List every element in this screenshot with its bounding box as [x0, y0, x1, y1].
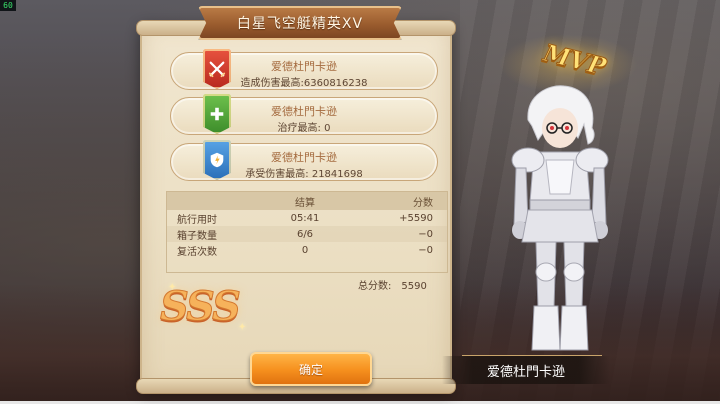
award-top-damage: 爱德杜門卡逊 造成伤害最高:6360816238: [170, 49, 438, 90]
award-stat-value: 21841698: [311, 169, 363, 180]
row-label: 复活次数: [177, 246, 217, 258]
award-stat-label: 造成伤害最高:: [240, 78, 304, 89]
total-score: 总分数: 5590: [358, 277, 427, 292]
row-label: 航行用时: [177, 214, 217, 226]
row-result: 05:41: [290, 212, 320, 224]
header-score: 分数: [413, 197, 433, 209]
total-score-value: 5590: [401, 281, 427, 292]
row-score: −0: [418, 228, 433, 240]
award-top-damage-taken: 爱德杜門卡逊 承受伤害最高: 21841698: [170, 140, 438, 181]
award-stat: 承受伤害最高: 21841698: [171, 165, 437, 180]
table-row: 箱子数量 6/6 −0: [167, 226, 447, 242]
award-stat-label: 承受伤害最高:: [245, 169, 309, 180]
award-player-name: 爱德杜門卡逊: [271, 60, 337, 73]
sparkle-icon: ✦: [168, 282, 177, 293]
award-stat-label: 治疗最高:: [277, 123, 321, 134]
row-label: 箱子数量: [177, 230, 217, 242]
award-stat: 治疗最高: 0: [171, 119, 437, 134]
row-score: +5590: [399, 212, 433, 224]
award-top-healing: 爱德杜門卡逊 治疗最高: 0: [170, 94, 438, 135]
player-character: [498, 82, 618, 354]
row-result: 6/6: [296, 228, 314, 240]
sparkle-icon: ✦: [238, 322, 247, 333]
table-row: 航行用时 05:41 +5590: [167, 210, 447, 226]
score-table-header: 结算 分数: [167, 192, 447, 210]
fps-counter: 60: [0, 0, 16, 11]
player-nameplate: 爱德杜門卡逊: [442, 356, 610, 384]
total-score-label: 总分数:: [358, 281, 392, 292]
header-result: 结算: [295, 197, 315, 209]
row-result: 0: [301, 244, 309, 256]
table-row: 复活次数 0 −0: [167, 242, 447, 258]
award-stat-value: 6360816238: [303, 78, 368, 89]
row-score: −0: [418, 244, 433, 256]
award-player-name: 爱德杜門卡逊: [271, 105, 337, 118]
award-player-name: 爱德杜門卡逊: [271, 151, 337, 164]
confirm-button[interactable]: 确定: [250, 352, 372, 386]
dungeon-title: 白星飞空艇精英XV: [198, 6, 402, 40]
award-stat-value: 0: [324, 123, 331, 134]
award-stat: 造成伤害最高:6360816238: [171, 74, 437, 89]
score-table: 结算 分数 航行用时 05:41 +5590 箱子数量 6/6 −0 复活次数 …: [166, 191, 448, 273]
